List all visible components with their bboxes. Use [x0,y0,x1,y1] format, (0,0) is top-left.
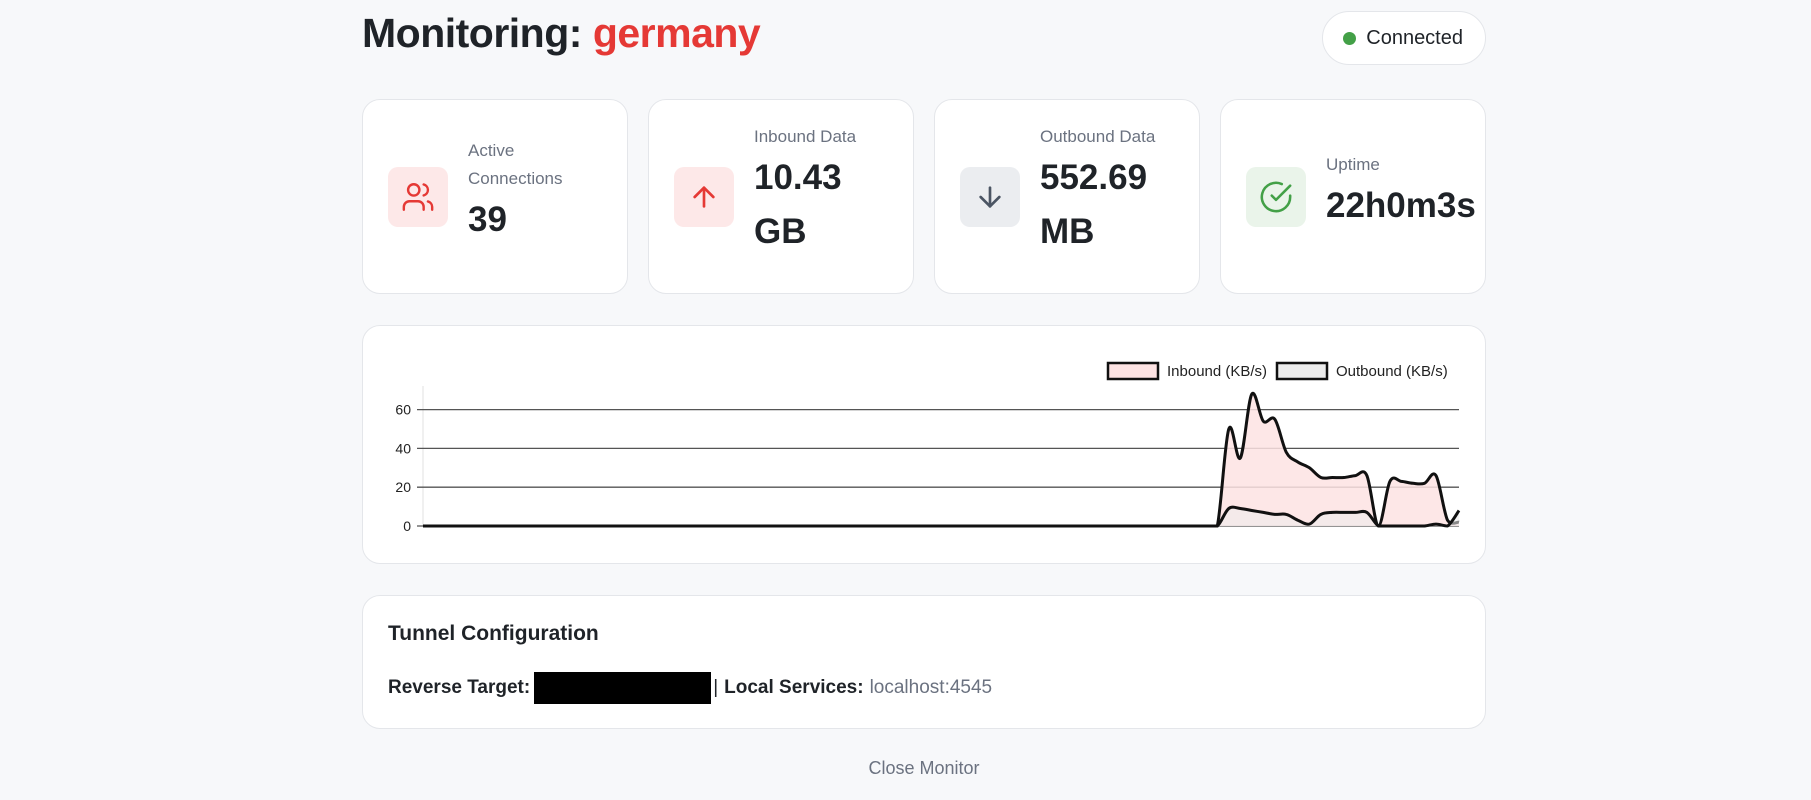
arrow-down-icon [960,167,1020,227]
header: Monitoring: germany Connected [362,0,1486,80]
monitor-panel: Monitoring: germany Connected Active Con… [362,0,1486,778]
check-circle-icon [1246,167,1306,227]
status-text: Connected [1366,26,1463,49]
stat-value: 10.43 GB [754,158,842,251]
stat-label: Outbound Data [1040,127,1156,146]
stat-card-active-connections: Active Connections 39 [362,99,628,294]
config-row: Reverse Target: | Local Services: localh… [388,672,992,704]
redacted-value [534,672,712,704]
reverse-target-label: Reverse Target: [388,677,531,698]
title-prefix: Monitoring: [362,10,593,56]
arrow-up-icon [674,167,734,227]
stat-label: Active Connections [468,141,563,188]
stat-card-inbound-data: Inbound Data 10.43 GB [648,99,914,294]
stat-value: 552.69 MB [1040,158,1148,251]
location-name: germany [592,10,761,56]
stat-label: Uptime [1326,155,1380,174]
stat-card-uptime: Uptime 22h0m3s [1220,99,1486,294]
y-tick-label: 40 [395,440,411,456]
traffic-chart: 0 20 40 60 Inbound (KB/s) Outbound (KB/s) [395,361,1461,534]
legend-label: Inbound (KB/s) [1167,363,1267,380]
separator: | [713,677,719,698]
local-services-label: Local Services: [724,677,864,698]
tunnel-config-card: Tunnel Configuration Reverse Target: | L… [362,595,1486,729]
traffic-chart-card: 0 20 40 60 Inbound (KB/s) Outbound (KB/s) [362,325,1486,564]
status-dot-icon [1343,31,1357,45]
series-area-inbound [423,393,1459,526]
stat-card-outbound-data: Outbound Data 552.69 MB [934,99,1200,294]
legend-swatch [1106,361,1160,381]
stat-label: Inbound Data [754,127,857,146]
config-title: Tunnel Configuration [388,622,599,645]
stat-value: 39 [468,200,507,239]
stat-value: 22h0m3s [1326,186,1476,225]
legend-swatch [1275,361,1329,381]
y-tick-label: 60 [395,402,411,418]
close-monitor-button[interactable]: Close Monitor [362,758,1486,779]
y-tick-label: 20 [395,479,411,495]
users-icon [388,167,448,227]
page-title: Monitoring: germany [362,10,761,57]
local-services-value: localhost:4545 [869,677,993,698]
connection-status-badge: Connected [1322,11,1486,65]
y-tick-label: 0 [403,518,411,534]
legend-label: Outbound (KB/s) [1336,363,1448,380]
stats-cards: Active Connections 39 Inbound Data 10.43… [362,99,1486,294]
